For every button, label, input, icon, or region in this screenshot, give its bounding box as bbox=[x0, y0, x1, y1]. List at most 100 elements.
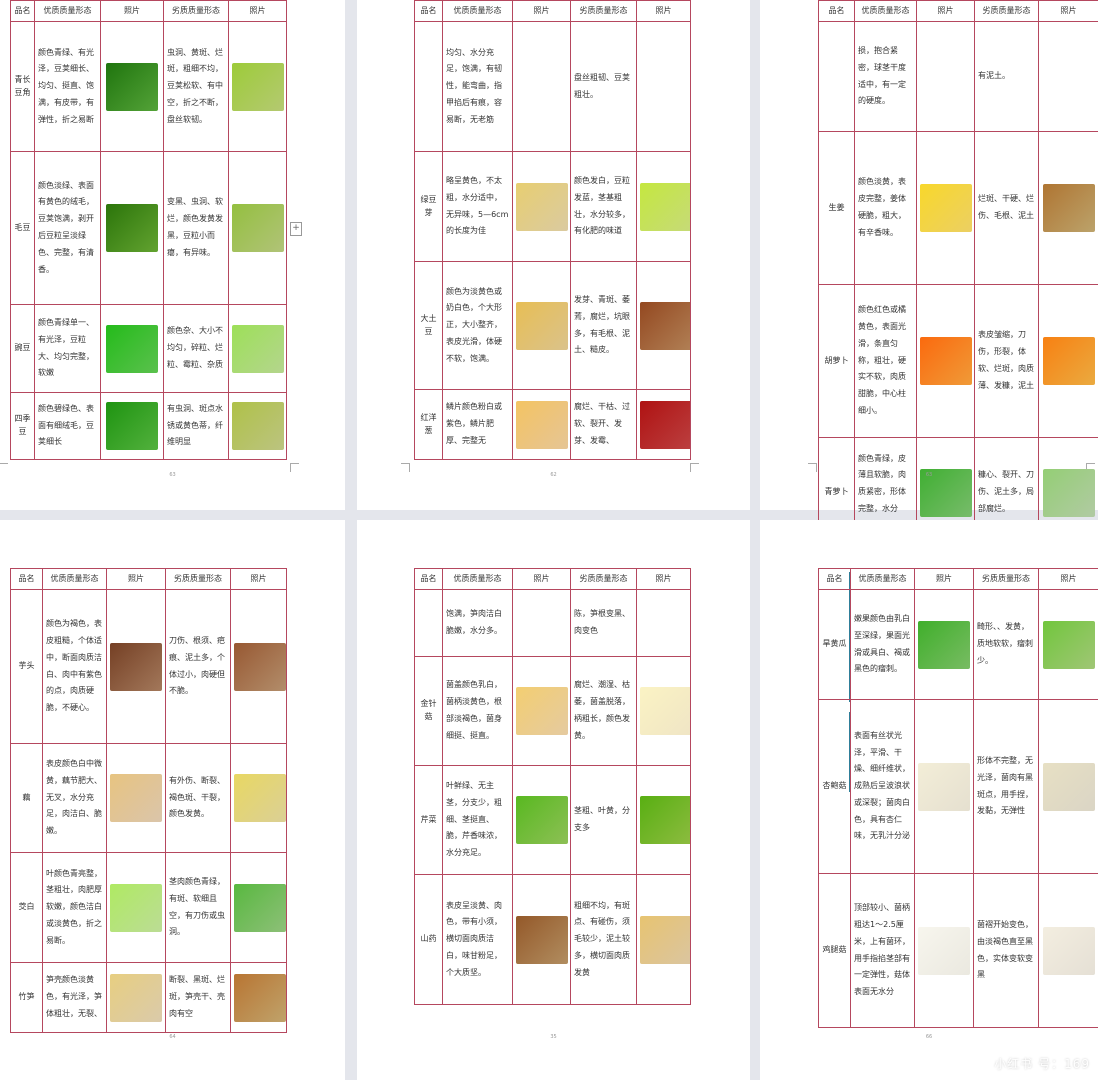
product-name: 青长豆角 bbox=[10, 21, 35, 152]
bad-quality-photo-cell bbox=[230, 962, 287, 1033]
bad-quality-photo bbox=[1042, 337, 1095, 385]
bad-quality-photo bbox=[640, 687, 690, 735]
bad-quality-text: 颜色发白，豆粒发蓝，茎基粗壮，水分较多，有化肥的味道 bbox=[570, 151, 637, 262]
good-quality-photo-cell bbox=[916, 131, 975, 285]
product-name: 金针菇 bbox=[414, 656, 443, 766]
column-header: 照片 bbox=[636, 0, 691, 22]
vegetable-quality-table: 品名 优质质量形态 照片 劣质质量形态 照片 损，抱合紧密，球茎干度适中，有一定的硬度。有… bbox=[818, 0, 1098, 548]
good-quality-photo-cell bbox=[106, 962, 166, 1033]
good-quality-photo-cell bbox=[100, 151, 164, 305]
page-number: 63 bbox=[925, 472, 933, 478]
product-name: 旱黄瓜 bbox=[818, 589, 851, 700]
bad-quality-photo bbox=[234, 883, 286, 932]
good-quality-text: 略呈黄色，不太粗，水分适中，无异味，5—6cm的长度为佳 bbox=[442, 151, 513, 262]
vegetable-quality-table: 品名 优质质量形态 照片 劣质质量形态 照片 饱满，笋肉洁白脆嫩，水分多。 陈，笋根变黑、肉… bbox=[414, 568, 691, 1005]
column-header: 照片 bbox=[916, 0, 975, 22]
product-name bbox=[818, 21, 855, 132]
bad-quality-text: 表皮皱缩，刀伤，形裂，体软、烂斑，肉质薄、发糠，泥土 bbox=[974, 284, 1039, 438]
product-name: 四季豆 bbox=[10, 392, 35, 460]
page-corner-mark bbox=[0, 463, 8, 472]
bad-quality-photo-cell bbox=[230, 589, 287, 744]
table-row: 金针菇 菌盖颜色乳白，菌柄淡黄色，根部淡褐色，菌身细挺、挺直。 腐烂、潮湿、枯萎，菌… bbox=[414, 656, 691, 766]
bad-quality-text: 刀伤、根须、疤痕、泥土多，个体过小，肉硬但不脆。 bbox=[165, 589, 231, 744]
table-row: 豌豆 颜色青绿单一、有光泽，豆粒大、均匀完整，软嫩 颜色杂、大小不均匀，碎粒、烂粒、… bbox=[10, 304, 287, 393]
good-quality-text: 颜色淡绿、表面有黄色的绒毛，豆荚饱满，剥开后豆粒呈淡绿色、完整，有清香。 bbox=[34, 151, 101, 305]
column-header: 照片 bbox=[1038, 568, 1098, 590]
bad-quality-text: 有泥土。 bbox=[974, 21, 1039, 132]
column-header: 照片 bbox=[1038, 0, 1098, 22]
good-quality-photo-cell bbox=[512, 151, 571, 262]
bad-quality-text: 菌褶开始变色，由淡褐色直至黑色，实体变软变黑 bbox=[973, 873, 1039, 1028]
table-row: 山药 表皮呈淡黄、肉色，带有小须，横切面肉质洁白，味甘粉足，个大质坚。 粗细不均，有… bbox=[414, 874, 691, 1005]
column-header: 优质质量形态 bbox=[442, 568, 513, 590]
good-quality-photo bbox=[106, 62, 158, 111]
document-page: 品名 优质质量形态 照片 劣质质量形态 照片 青长豆角 颜色青绿、有光泽，豆荚细长、均匀、挺… bbox=[0, 0, 345, 510]
column-header: 劣质质量形态 bbox=[974, 0, 1039, 22]
bad-quality-photo-cell bbox=[1038, 131, 1098, 285]
column-header: 优质质量形态 bbox=[442, 0, 513, 22]
bad-quality-photo-cell bbox=[1038, 21, 1098, 132]
table-row: 旱黄瓜 嫩果颜色由乳白至深绿，果面光滑或具白、褐或黑色的瘤刺。 畸形、、发黄，质地软… bbox=[818, 589, 1098, 700]
product-name: 竹笋 bbox=[10, 962, 43, 1033]
column-header: 劣质质量形态 bbox=[165, 568, 231, 590]
column-header: 优质质量形态 bbox=[34, 0, 101, 22]
good-quality-photo-cell bbox=[512, 589, 571, 657]
good-quality-text: 颜色青绿、有光泽，豆荚细长、均匀、挺直、饱满，有皮带，有弹性，折之易断 bbox=[34, 21, 101, 152]
bad-quality-photo-cell bbox=[228, 304, 287, 393]
document-page: 品名 优质质量形态 照片 劣质质量形态 照片 均匀、水分充足，饱满，有韧性，能弯曲，指甲掐… bbox=[357, 0, 750, 510]
product-name: 芹菜 bbox=[414, 765, 443, 875]
vegetable-quality-table: 品名 优质质量形态 照片 劣质质量形态 照片 青长豆角 颜色青绿、有光泽，豆荚细长、均匀、挺… bbox=[10, 0, 287, 460]
good-quality-photo bbox=[516, 400, 568, 449]
good-quality-photo-cell bbox=[914, 589, 974, 700]
bad-quality-text: 腐烂、干枯、过软、裂开、发芽、发霉、 bbox=[570, 389, 637, 460]
good-quality-photo bbox=[110, 973, 162, 1022]
expand-toggle-icon[interactable]: + bbox=[290, 222, 302, 236]
bad-quality-photo bbox=[232, 402, 284, 450]
column-header: 品名 bbox=[414, 568, 443, 590]
table-row: 芹菜 叶鲜绿、无主茎，分支少，粗细、茎挺直、脆，芹香味浓，水分充足。 茎粗、叶黄，分… bbox=[414, 765, 691, 875]
bad-quality-text: 茎肉颜色青绿，有斑、软细且空，有刀伤或虫洞。 bbox=[165, 852, 231, 963]
column-header: 品名 bbox=[414, 0, 443, 22]
bad-quality-photo bbox=[1042, 184, 1095, 232]
good-quality-photo bbox=[110, 883, 162, 932]
good-quality-text: 均匀、水分充足，饱满，有韧性，能弯曲，指甲掐后有痕，容易断，无老筋 bbox=[442, 21, 513, 152]
bad-quality-text: 畸形、、发黄，质地软软，瘤刺少。 bbox=[973, 589, 1039, 700]
good-quality-text: 颜色青绿单一、有光泽，豆粒大、均匀完整，软嫩 bbox=[34, 304, 101, 393]
good-quality-photo bbox=[918, 620, 970, 669]
bad-quality-text: 形体不完整，无光泽，菌肉有黑斑点，用手捏，发黏，无弹性 bbox=[973, 699, 1039, 874]
vegetable-quality-table: 品名 优质质量形态 照片 劣质质量形态 照片 旱黄瓜 嫩果颜色由乳白至深绿，果面光滑或具白、… bbox=[818, 568, 1098, 1028]
column-header: 劣质质量形态 bbox=[163, 0, 229, 22]
good-quality-text: 颜色为褐色，表皮粗糙，个体适中，断面肉质洁白、肉中有紫色的点，肉质硬脆，不硬心。 bbox=[42, 589, 107, 744]
bad-quality-photo-cell bbox=[636, 261, 691, 390]
page-number: 62 bbox=[550, 472, 557, 478]
bad-quality-photo-cell bbox=[228, 392, 287, 460]
good-quality-text: 鳞片颜色粉白或紫色，鳞片肥厚、完整无 bbox=[442, 389, 513, 460]
good-quality-photo bbox=[516, 182, 568, 231]
page-corner-mark bbox=[290, 463, 299, 472]
good-quality-text: 表皮呈淡黄、肉色，带有小须，横切面肉质洁白，味甘粉足，个大质坚。 bbox=[442, 874, 513, 1005]
column-header: 照片 bbox=[636, 568, 691, 590]
bad-quality-photo-cell bbox=[1038, 589, 1098, 700]
good-quality-photo bbox=[516, 301, 568, 350]
product-name: 杏鲍菇 bbox=[818, 699, 851, 874]
bad-quality-text: 陈，笋根变黑、肉变色 bbox=[570, 589, 637, 657]
table-row: 胡萝卜 颜色红色或橘黄色，表面光滑，条直匀称，粗壮，硬实不软，肉质甜脆，中心柱细小… bbox=[818, 284, 1098, 438]
product-name bbox=[414, 21, 443, 152]
bad-quality-text: 茎粗、叶黄，分支多 bbox=[570, 765, 637, 875]
good-quality-photo-cell bbox=[100, 392, 164, 460]
column-header: 照片 bbox=[228, 0, 287, 22]
table-row: 鸡腿菇 顶部较小、菌柄粗达1～2.5厘米，上有菌环，用手指掐茎部有一定弹性，菇体表… bbox=[818, 873, 1098, 1028]
table-row: 藕表皮颜色白中微黄，藕节肥大、无叉，水分充足，肉洁白、脆嫩。 有外伤、断裂、褐色斑… bbox=[10, 743, 287, 853]
good-quality-photo-cell bbox=[106, 743, 166, 853]
product-name: 豌豆 bbox=[10, 304, 35, 393]
product-name: 绿豆芽 bbox=[414, 151, 443, 262]
table-row: 均匀、水分充足，饱满，有韧性，能弯曲，指甲掐后有痕，容易断，无老筋 盘丝粗韧、豆荚… bbox=[414, 21, 691, 152]
good-quality-photo-cell bbox=[914, 873, 974, 1028]
bad-quality-photo-cell bbox=[1038, 699, 1098, 874]
good-quality-text: 顶部较小、菌柄粗达1～2.5厘米，上有菌环，用手指掐茎部有一定弹性，菇体表面无水… bbox=[850, 873, 915, 1028]
good-quality-photo-cell bbox=[512, 21, 571, 152]
good-quality-photo bbox=[920, 184, 972, 232]
vegetable-quality-table: 品名 优质质量形态 照片 劣质质量形态 照片 均匀、水分充足，饱满，有韧性，能弯曲，指甲掐… bbox=[414, 0, 691, 460]
table-row: 芋头 颜色为褐色，表皮粗糙，个体适中，断面肉质洁白、肉中有紫色的点，肉质硬脆，不硬… bbox=[10, 589, 287, 744]
bad-quality-photo-cell bbox=[1038, 284, 1098, 438]
